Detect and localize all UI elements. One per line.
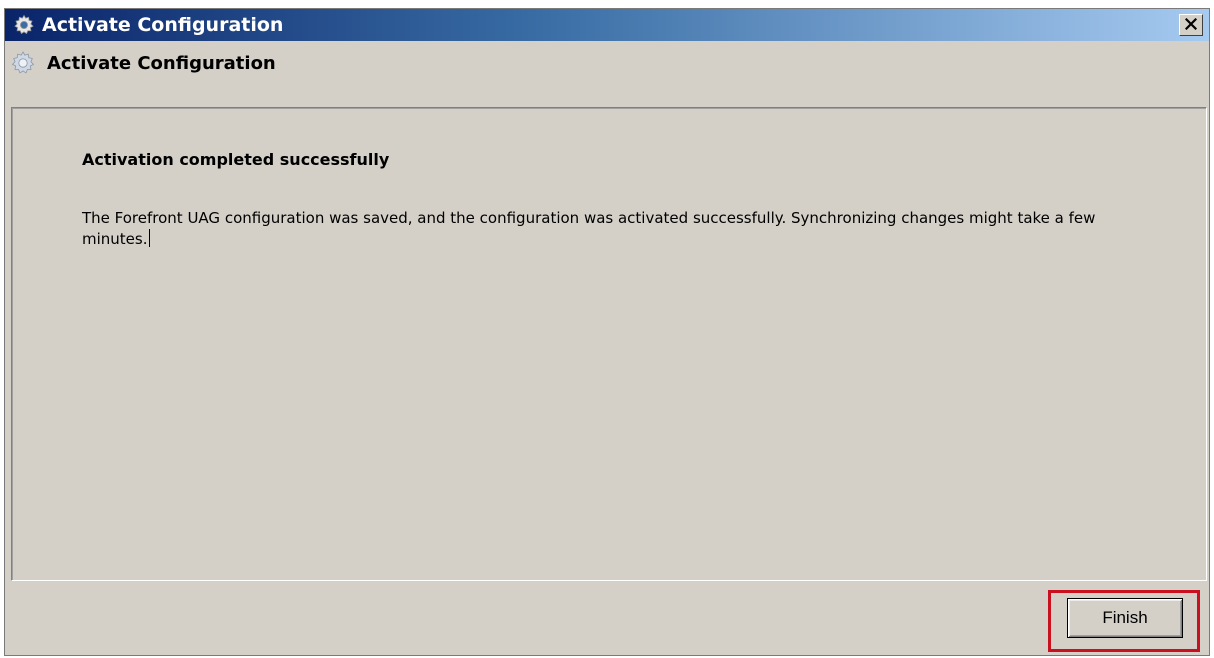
- finish-button[interactable]: Finish: [1067, 598, 1183, 638]
- close-icon: [1184, 17, 1198, 33]
- content-panel: Activation completed successfully The Fo…: [11, 107, 1207, 581]
- window-title: Activate Configuration: [42, 14, 284, 36]
- dialog-footer: Finish: [5, 583, 1209, 655]
- wizard-header: Activate Configuration: [5, 41, 1209, 101]
- status-heading: Activation completed successfully: [82, 150, 390, 169]
- status-message-text: The Forefront UAG configuration was save…: [82, 209, 1096, 248]
- title-bar: Activate Configuration: [5, 9, 1209, 41]
- status-message: The Forefront UAG configuration was save…: [82, 208, 1162, 250]
- text-cursor: [148, 229, 150, 247]
- page-title: Activate Configuration: [47, 52, 276, 74]
- gear-icon: [12, 13, 36, 37]
- close-button[interactable]: [1179, 14, 1203, 36]
- gear-icon: [9, 49, 37, 77]
- dialog-window: Activate Configuration Activate Configur…: [4, 8, 1210, 656]
